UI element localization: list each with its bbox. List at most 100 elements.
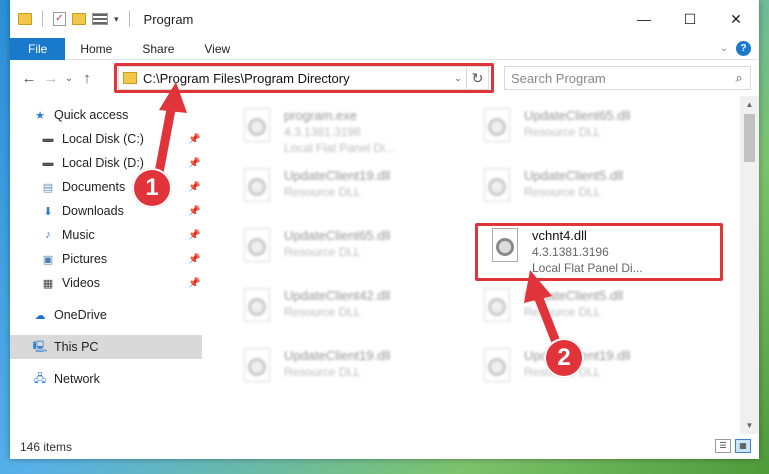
explorer-window: ✓ ▾ Program — ☐ ✕ File Home Share View ⌄… — [10, 0, 759, 459]
window-title: Program — [143, 11, 194, 27]
sidebar-item-pictures[interactable]: ▣ Pictures 📌 — [10, 247, 202, 271]
computer-icon: 🖳 — [32, 340, 48, 353]
file-item-updateclient19[interactable]: UpdateClient19.dll Resource DLL — [240, 166, 460, 218]
file-type: Resource DLL — [284, 365, 361, 379]
gear-icon — [248, 178, 266, 196]
gear-icon — [488, 298, 506, 316]
sidebar-item-label: OneDrive — [54, 308, 107, 322]
file-item-updateclient5[interactable]: UpdateClient5.dll Resource DLL — [480, 286, 700, 338]
file-details: UpdateClient19.dll Resource DLL — [284, 346, 390, 398]
sidebar-item-downloads[interactable]: ⬇ Downloads 📌 — [10, 199, 202, 223]
help-icon[interactable]: ? — [736, 41, 751, 56]
sidebar-item-quick-access[interactable]: ★ Quick access — [10, 103, 202, 127]
expand-ribbon-icon[interactable]: ⌄ — [720, 43, 728, 54]
sidebar-item-network[interactable]: 🖧 Network — [10, 367, 202, 391]
gear-icon — [488, 178, 506, 196]
view-switcher: ☰ ▦ — [715, 439, 751, 453]
step-badge-2: 2 — [544, 338, 584, 378]
pin-icon[interactable]: 📌 — [188, 254, 200, 265]
sidebar-item-music[interactable]: ♪ Music 📌 — [10, 223, 202, 247]
pin-icon[interactable]: 📌 — [188, 278, 200, 289]
star-icon: ★ — [35, 109, 45, 122]
video-icon: ▦ — [42, 277, 54, 290]
quick-access-toolbar: ✓ ▾ — [10, 11, 134, 27]
sidebar-item-local-disk-c[interactable]: ▬ Local Disk (C:) 📌 — [10, 127, 202, 151]
sidebar-item-onedrive[interactable]: ☁ OneDrive — [10, 303, 202, 327]
search-box[interactable]: Search Program ⌕ — [504, 66, 751, 90]
dll-file-icon — [480, 106, 514, 148]
file-name: program.exe — [284, 108, 357, 123]
file-name: UpdateClient5.dll — [524, 288, 624, 303]
sidebar-item-local-disk-d[interactable]: ▬ Local Disk (D:) 📌 — [10, 151, 202, 175]
tab-file[interactable]: File — [10, 37, 66, 60]
tiles-view-icon[interactable]: ▦ — [735, 439, 751, 453]
maximize-button[interactable]: ☐ — [667, 0, 713, 38]
file-details: UpdateClient19.dll Resource DLL — [284, 166, 390, 218]
file-item-program-exe[interactable]: program.exe 4.3.1381.3196 Local Flat Pan… — [240, 106, 460, 158]
recent-locations-button[interactable]: ⌄ — [62, 73, 76, 84]
ribbon-tabs: File Home Share View ⌄ ? — [10, 37, 759, 60]
scroll-down-arrow-icon[interactable]: ▼ — [740, 417, 759, 434]
pin-icon[interactable]: 📌 — [188, 206, 200, 217]
file-item-updateclient19[interactable]: UpdateClient19.dll Resource DLL — [240, 346, 460, 398]
minimize-button[interactable]: — — [621, 0, 667, 38]
new-folder-icon[interactable] — [72, 13, 86, 25]
dll-file-icon — [240, 346, 274, 388]
file-item-updateclient42[interactable]: UpdateClient42.dll Resource DLL — [240, 286, 460, 338]
file-item-updateclient5[interactable]: UpdateClient5.dll Resource DLL — [480, 166, 700, 218]
file-description: Local Flat Panel Di... — [284, 141, 395, 155]
search-icon[interactable]: ⌕ — [728, 70, 750, 86]
back-button[interactable]: ← — [18, 70, 40, 87]
pin-icon[interactable]: 📌 — [188, 230, 200, 241]
sidebar-item-this-pc[interactable]: 🖳 This PC — [10, 335, 202, 359]
file-type: Resource DLL — [284, 305, 361, 319]
file-version: 4.3.1381.3196 — [284, 125, 361, 139]
file-details: UpdateClient65.dll Resource DLL — [524, 106, 630, 158]
file-name: UpdateClient65.dll — [524, 108, 631, 123]
file-highlight-box — [475, 223, 723, 281]
sidebar-item-label: Pictures — [62, 252, 108, 266]
pin-icon[interactable]: 📌 — [188, 182, 200, 193]
dll-file-icon — [480, 166, 514, 208]
search-input[interactable]: Search Program — [505, 71, 728, 86]
customize-toolbar-dropdown-icon[interactable]: ▾ — [114, 14, 119, 25]
network-icon: 🖧 — [33, 372, 47, 385]
file-item-updateclient65[interactable]: UpdateClient65.dll Resource DLL — [480, 106, 700, 158]
close-button[interactable]: ✕ — [713, 0, 759, 38]
sidebar-item-label: Downloads — [62, 204, 124, 218]
up-button[interactable]: ↑ — [76, 70, 98, 87]
sidebar-item-label: Documents — [62, 180, 126, 194]
gear-icon — [488, 358, 506, 376]
toolbar-divider — [128, 11, 130, 27]
properties-check-icon[interactable]: ✓ — [53, 12, 66, 26]
sidebar-item-videos[interactable]: ▦ Videos 📌 — [10, 271, 202, 295]
file-item-updateclient65[interactable]: UpdateClient65.dll Resource DLL — [240, 226, 460, 278]
tab-home[interactable]: Home — [65, 38, 127, 60]
file-name: UpdateClient65.dll — [284, 228, 391, 243]
details-view-icon[interactable]: ☰ — [715, 439, 731, 453]
properties-icon[interactable] — [92, 13, 108, 25]
dll-file-icon — [480, 286, 514, 328]
tab-share[interactable]: Share — [127, 38, 189, 60]
file-type: Resource DLL — [284, 185, 361, 199]
tab-view[interactable]: View — [189, 38, 245, 60]
window-controls: — ☐ ✕ — [621, 0, 759, 38]
address-highlight-box — [114, 63, 494, 93]
pin-icon[interactable]: 📌 — [188, 158, 200, 169]
scroll-up-arrow-icon[interactable]: ▲ — [740, 96, 759, 113]
pin-icon[interactable]: 📌 — [188, 134, 200, 145]
sidebar-item-label: Local Disk (D:) — [62, 156, 144, 170]
gear-icon — [248, 118, 266, 136]
ribbon-right-controls: ⌄ ? — [720, 41, 751, 56]
picture-icon: ▣ — [42, 253, 54, 266]
sidebar-item-documents[interactable]: ▤ Documents 📌 — [10, 175, 202, 199]
download-icon: ⬇ — [43, 205, 53, 218]
toolbar-divider — [42, 11, 43, 27]
folder-icon — [18, 13, 32, 25]
forward-button[interactable]: → — [40, 70, 62, 87]
file-name: UpdateClient19.dll — [284, 168, 391, 183]
vertical-scrollbar[interactable]: ▲ ▼ — [740, 96, 759, 434]
navigation-pane: ★ Quick access ▬ Local Disk (C:) 📌 ▬ Loc… — [10, 96, 202, 434]
scrollbar-thumb[interactable] — [744, 114, 755, 162]
file-item-updateclient19[interactable]: UpdateClient19.dll Resource DLL — [480, 346, 700, 398]
